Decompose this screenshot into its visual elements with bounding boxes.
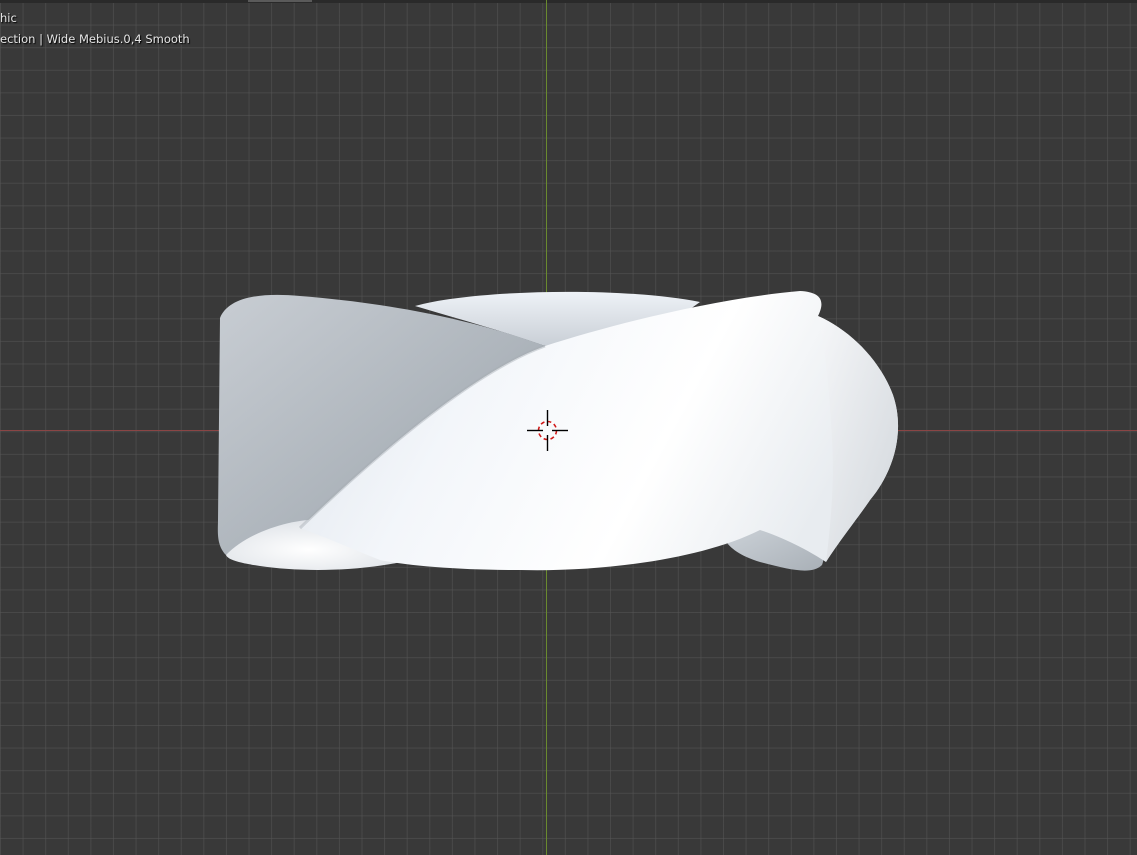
view-name-label: hic xyxy=(0,11,17,25)
mobius-strip-mesh[interactable] xyxy=(0,0,1137,855)
3d-viewport[interactable]: hic ection | Wide Mebius.0,4 Smooth xyxy=(0,0,1137,855)
object-info-label: ection | Wide Mebius.0,4 Smooth xyxy=(0,32,190,46)
3d-cursor-icon[interactable] xyxy=(527,410,568,451)
